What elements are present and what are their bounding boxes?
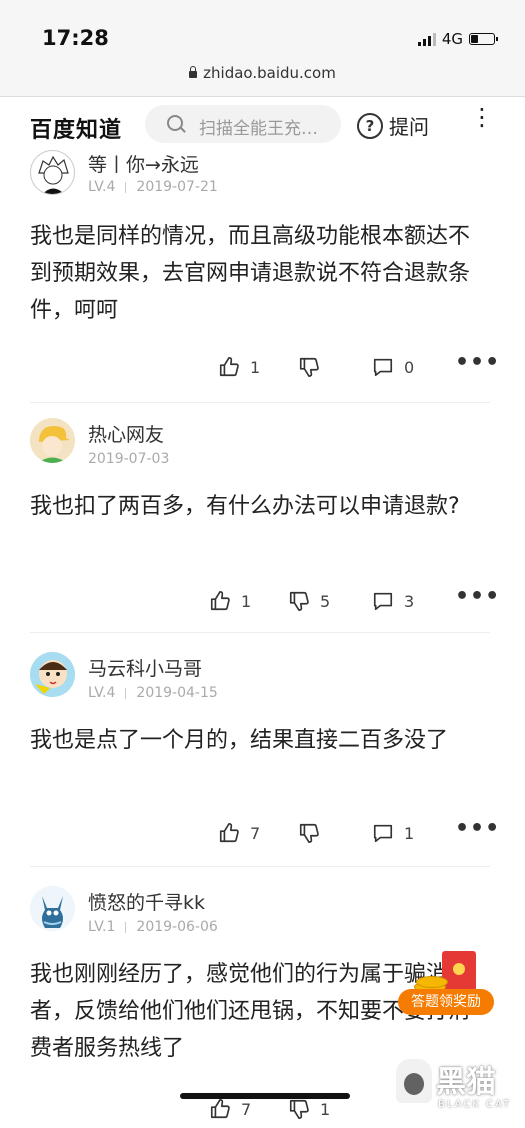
comment-count: 3 — [404, 591, 415, 611]
status-indicators: 4G — [417, 30, 498, 48]
answer-content: 我也扣了两百多，有什么办法可以申请退款? — [30, 494, 460, 519]
comment-icon — [373, 824, 393, 843]
watermark: 黑猫 BLACK CAT — [396, 1055, 516, 1115]
avatar[interactable] — [30, 886, 75, 931]
thumbs-down-icon — [299, 357, 319, 377]
dislike-button[interactable]: 1 — [288, 1098, 330, 1120]
search-input[interactable]: 扫描全能王充… — [145, 105, 341, 143]
like-button[interactable]: 1 — [218, 356, 260, 378]
dislike-button[interactable]: 5 — [288, 590, 330, 612]
search-placeholder: 扫描全能王充… — [199, 119, 318, 139]
site-logo[interactable]: 百度知道 — [30, 112, 122, 144]
dislike-button[interactable] — [298, 356, 330, 378]
thumbs-up-icon — [210, 1099, 230, 1119]
username[interactable]: 马云科小马哥 — [88, 654, 202, 681]
thumbs-up-icon — [210, 591, 230, 611]
thumbs-down-icon — [299, 823, 319, 843]
answer-content: 我也是同样的情况，而且高级功能根本额达不到预期效果，去官网申请退款说不符合退款条… — [30, 224, 471, 323]
battery-icon — [469, 33, 498, 45]
answer-date: 2019-07-03 — [88, 451, 170, 467]
signal-icon — [417, 32, 436, 46]
reward-label: 答题领奖励 — [398, 989, 494, 1015]
watermark-text: 黑猫 — [436, 1065, 496, 1100]
avatar[interactable] — [30, 418, 75, 463]
username[interactable]: 热心网友 — [88, 420, 164, 447]
answer-actions: 7 1 ••• — [0, 816, 525, 852]
avatar[interactable] — [30, 652, 75, 697]
more-actions-icon[interactable]: ••• — [455, 816, 500, 841]
answer-actions: 1 0 ••• — [0, 350, 525, 386]
more-actions-icon[interactable]: ••• — [455, 584, 500, 609]
user-level: LV.4 — [88, 685, 116, 701]
thumbs-up-icon — [219, 823, 239, 843]
user-meta: LV.4 2019-04-15 — [88, 685, 218, 701]
user-meta: LV.1 2019-06-06 — [88, 919, 218, 935]
url-text: zhidao.baidu.com — [203, 64, 336, 82]
more-menu-icon[interactable]: ⋮ — [470, 105, 494, 129]
ask-label: 提问 — [389, 115, 429, 139]
ask-question-button[interactable]: ? 提问 — [357, 111, 429, 140]
user-meta: LV.4 2019-07-21 — [88, 179, 218, 195]
comment-button[interactable]: 0 — [372, 356, 414, 378]
like-count: 1 — [250, 357, 261, 377]
question-icon: ? — [357, 112, 383, 139]
dislike-button[interactable] — [298, 822, 330, 844]
answer-date: 2019-04-15 — [136, 685, 218, 701]
like-count: 7 — [250, 823, 261, 843]
like-count: 1 — [241, 591, 252, 611]
coin-icon — [416, 976, 448, 988]
address-bar[interactable]: zhidao.baidu.com — [0, 58, 525, 97]
comment-icon — [373, 358, 393, 377]
url-display[interactable]: zhidao.baidu.com — [0, 64, 525, 82]
reward-badge[interactable]: 答题领奖励 — [398, 951, 494, 1021]
dislike-count: 5 — [320, 591, 331, 611]
thumbs-down-icon — [289, 591, 309, 611]
comment-count: 0 — [404, 357, 415, 377]
like-button[interactable]: 7 — [218, 822, 260, 844]
lock-icon — [189, 66, 198, 78]
answer-date: 2019-07-21 — [136, 179, 218, 195]
comment-icon — [373, 592, 393, 611]
user-meta: 2019-07-03 — [88, 451, 169, 467]
answer-actions: 1 5 3 ••• — [0, 584, 525, 620]
thumbs-down-icon — [289, 1099, 309, 1119]
like-button[interactable]: 7 — [209, 1098, 251, 1120]
user-level: LV.1 — [88, 919, 116, 935]
user-level: LV.4 — [88, 179, 116, 195]
avatar[interactable] — [30, 150, 75, 195]
watermark-subtext: BLACK CAT — [438, 1099, 512, 1110]
like-count: 7 — [241, 1099, 252, 1119]
home-indicator[interactable] — [180, 1093, 350, 1099]
site-header: 百度知道 扫描全能王充… ? 提问 ⋮ — [0, 97, 525, 154]
red-envelope-icon — [442, 951, 476, 991]
answer-date: 2019-06-06 — [136, 919, 218, 935]
dislike-count: 1 — [320, 1099, 331, 1119]
search-icon — [167, 115, 183, 131]
answer-content: 我也是点了一个月的，结果直接二百多没了 — [30, 728, 449, 753]
thumbs-up-icon — [219, 357, 239, 377]
status-bar: 17:28 4G — [0, 0, 525, 58]
comment-count: 1 — [404, 823, 415, 843]
username[interactable]: 愤怒的千寻kk — [88, 888, 205, 915]
network-type: 4G — [441, 30, 463, 48]
status-time: 17:28 — [42, 26, 109, 50]
comment-button[interactable]: 1 — [372, 822, 414, 844]
username[interactable]: 等丨你→永远 — [88, 150, 199, 177]
more-actions-icon[interactable]: ••• — [455, 350, 500, 375]
cat-logo-icon — [396, 1059, 432, 1103]
like-button[interactable]: 1 — [209, 590, 251, 612]
comment-button[interactable]: 3 — [372, 590, 414, 612]
